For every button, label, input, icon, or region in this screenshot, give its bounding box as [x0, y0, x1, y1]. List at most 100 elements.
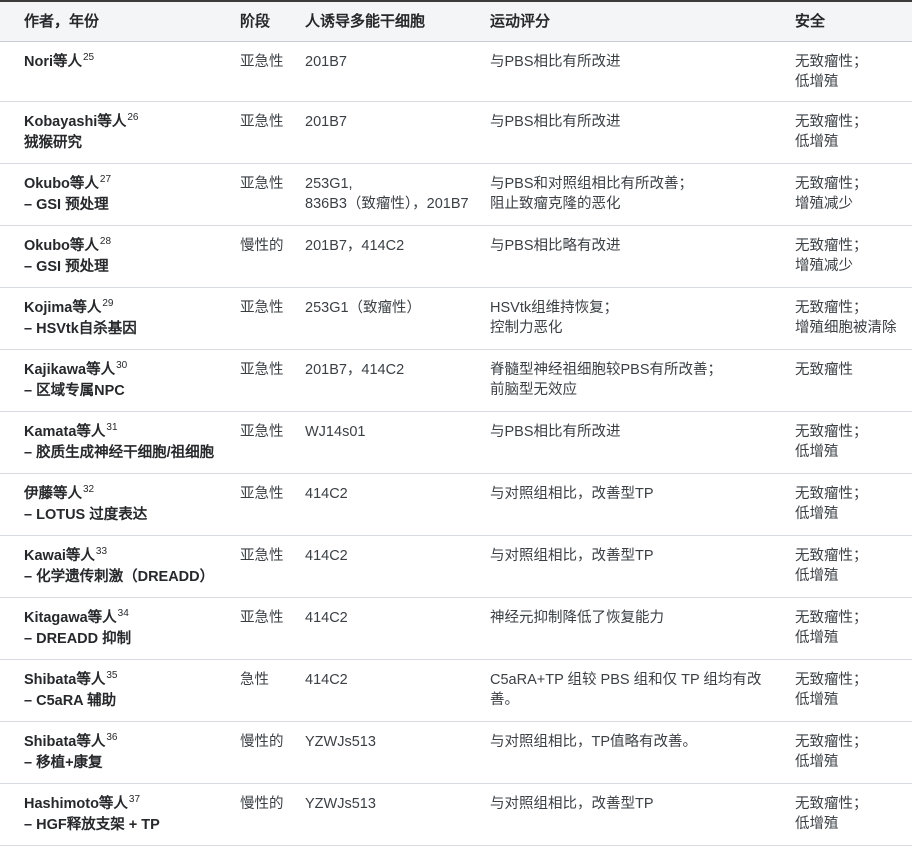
- motor-score-cell: 与PBS相比有所改进: [490, 102, 795, 164]
- author-cell: Okubo等人27– GSI 预处理: [0, 164, 240, 226]
- safety-cell-line: 无致瘤性；: [795, 298, 902, 318]
- safety-cell-line: 无致瘤性；: [795, 422, 902, 442]
- col-header-author-year: 作者，年份: [0, 1, 240, 42]
- safety-cell: 无致瘤性；增殖细胞被清除: [795, 288, 912, 350]
- safety-cell-line: 无致瘤性；: [795, 546, 902, 566]
- stage-cell-line: 亚急性: [240, 484, 295, 504]
- table-row: Shibata等人36– 移植+康复慢性的YZWJs513与对照组相比，TP值略…: [0, 722, 912, 784]
- author-name: Kajikawa等人30: [24, 360, 230, 381]
- safety-cell-line: 增殖细胞被清除: [795, 318, 902, 338]
- table-row: Kojima等人29– HSVtk自杀基因亚急性253G1（致瘤性）HSVtk组…: [0, 288, 912, 350]
- table-row: Kitagawa等人34– DREADD 抑制亚急性414C2神经元抑制降低了恢…: [0, 598, 912, 660]
- motor-score-cell: 与对照组相比，改善型TP: [490, 474, 795, 536]
- study-subtitle: – C5aRA 辅助: [24, 691, 230, 712]
- ipsc-cell: 253G1,836B3（致瘤性），201B7: [305, 164, 490, 226]
- study-subtitle: – DREADD 抑制: [24, 629, 230, 650]
- studies-table: 作者，年份 阶段 人诱导多能干细胞 运动评分 安全 Nori等人25亚急性201…: [0, 0, 912, 846]
- stage-cell-line: 急性: [240, 670, 295, 690]
- reference-number: 35: [106, 670, 117, 681]
- ipsc-cell: 414C2: [305, 536, 490, 598]
- ipsc-cell: 201B7: [305, 42, 490, 102]
- author-name: 伊藤等人32: [24, 484, 230, 505]
- author-name: Kojima等人29: [24, 298, 230, 319]
- author-cell: Kitagawa等人34 – DREADD 抑制: [0, 598, 240, 660]
- safety-cell-line: 无致瘤性；: [795, 236, 902, 256]
- author-name: Shibata等人35: [24, 670, 230, 691]
- author-name-text: Kitagawa等人: [24, 610, 117, 626]
- motor-score-cell-line: 控制力恶化: [490, 318, 785, 338]
- author-name: Okubo等人28: [24, 236, 230, 257]
- table-row: Okubo等人27– GSI 预处理亚急性253G1,836B3（致瘤性），20…: [0, 164, 912, 226]
- author-name: Hashimoto等人37: [24, 794, 230, 815]
- study-subtitle: – GSI 预处理: [24, 195, 230, 216]
- ipsc-cell-line: 201B7，414C2: [305, 236, 480, 256]
- author-name-text: Hashimoto等人: [24, 796, 128, 812]
- table-row: Nori等人25亚急性201B7与PBS相比有所改进无致瘤性；低增殖: [0, 42, 912, 102]
- table-row: Shibata等人35– C5aRA 辅助急性414C2C5aRA+TP 组较 …: [0, 660, 912, 722]
- stage-cell-line: 亚急性: [240, 360, 295, 380]
- safety-cell: 无致瘤性；增殖减少: [795, 226, 912, 288]
- motor-score-cell: 与对照组相比，TP值略有改善。: [490, 722, 795, 784]
- stage-cell-line: 亚急性: [240, 52, 295, 72]
- stage-cell: 亚急性: [240, 42, 305, 102]
- ipsc-cell-line: 201B7: [305, 112, 480, 132]
- study-subtitle: – 胶质生成神经干细胞/祖细胞: [24, 443, 230, 464]
- study-subtitle: – 移植+康复: [24, 753, 230, 774]
- motor-score-cell-line: 与PBS相比有所改进: [490, 112, 785, 132]
- table-row: 伊藤等人32– LOTUS 过度表达亚急性414C2与对照组相比，改善型TP无致…: [0, 474, 912, 536]
- safety-cell-line: 增殖减少: [795, 256, 902, 276]
- ipsc-cell-line: 414C2: [305, 670, 480, 690]
- safety-cell-line: 无致瘤性: [795, 360, 902, 380]
- safety-cell-line: 低增殖: [795, 752, 902, 772]
- table-row: Kajikawa等人30– 区域专属NPC亚急性 201B7，414C2脊髓型神经…: [0, 350, 912, 412]
- author-name-text: Kawai等人: [24, 548, 95, 564]
- study-subtitle: – HSVtk自杀基因: [24, 319, 230, 340]
- col-header-safety: 安全: [795, 1, 912, 42]
- motor-score-cell-line: 前脑型无效应: [490, 380, 785, 400]
- stage-cell-line: 亚急性: [240, 112, 295, 132]
- stage-cell: 慢性的: [240, 226, 305, 288]
- reference-number: 36: [106, 732, 117, 743]
- ipsc-cell-line: YZWJs513: [305, 732, 480, 752]
- header-row: 作者，年份 阶段 人诱导多能干细胞 运动评分 安全: [0, 1, 912, 42]
- stage-cell-line: 亚急性: [240, 608, 295, 628]
- ipsc-cell-line: 414C2: [305, 484, 480, 504]
- author-cell: Kajikawa等人30– 区域专属NPC: [0, 350, 240, 412]
- safety-cell-line: 低增殖: [795, 72, 902, 92]
- safety-cell: 无致瘤性；低增殖: [795, 102, 912, 164]
- stage-cell: 急性: [240, 660, 305, 722]
- study-subtitle: – HGF释放支架 + TP: [24, 815, 230, 836]
- ipsc-cell: 201B7，414C2: [305, 350, 490, 412]
- stage-cell: 亚急性: [240, 164, 305, 226]
- ipsc-cell: 414C2: [305, 598, 490, 660]
- safety-cell-line: 低增殖: [795, 504, 902, 524]
- stage-cell-line: 慢性的: [240, 732, 295, 752]
- reference-number: 34: [118, 608, 129, 619]
- motor-score-cell: HSVtk组维持恢复；控制力恶化: [490, 288, 795, 350]
- author-cell: Kamata等人31– 胶质生成神经干细胞/祖细胞: [0, 412, 240, 474]
- safety-cell-line: 无致瘤性；: [795, 732, 902, 752]
- table-body: Nori等人25亚急性201B7与PBS相比有所改进无致瘤性；低增殖Kobaya…: [0, 42, 912, 846]
- page: 作者，年份 阶段 人诱导多能干细胞 运动评分 安全 Nori等人25亚急性201…: [0, 0, 912, 846]
- table-row: Kawai等人33– 化学遗传刺激（DREADD）亚急性414C2与对照组相比，…: [0, 536, 912, 598]
- reference-number: 30: [116, 360, 127, 371]
- stage-cell: 亚急性: [240, 350, 305, 412]
- safety-cell-line: 低增殖: [795, 442, 902, 462]
- safety-cell: 无致瘤性；低增殖: [795, 598, 912, 660]
- ipsc-cell-line: 414C2: [305, 546, 480, 566]
- ipsc-cell: 253G1（致瘤性）: [305, 288, 490, 350]
- ipsc-cell: 414C2: [305, 660, 490, 722]
- motor-score-cell-line: 脊髓型神经祖细胞较PBS有所改善；: [490, 360, 785, 380]
- safety-cell-line: 无致瘤性；: [795, 52, 902, 72]
- ipsc-cell-line: 414C2: [305, 608, 480, 628]
- motor-score-cell-line: HSVtk组维持恢复；: [490, 298, 785, 318]
- author-name: Kamata等人31: [24, 422, 230, 443]
- stage-cell: 亚急性: [240, 412, 305, 474]
- safety-cell-line: 无致瘤性；: [795, 484, 902, 504]
- safety-cell-line: 低增殖: [795, 814, 902, 834]
- safety-cell-line: 低增殖: [795, 566, 902, 586]
- safety-cell-line: 低增殖: [795, 628, 902, 648]
- motor-score-cell: 与PBS相比有所改进: [490, 412, 795, 474]
- stage-cell: 亚急性: [240, 288, 305, 350]
- author-name: Okubo等人27: [24, 174, 230, 195]
